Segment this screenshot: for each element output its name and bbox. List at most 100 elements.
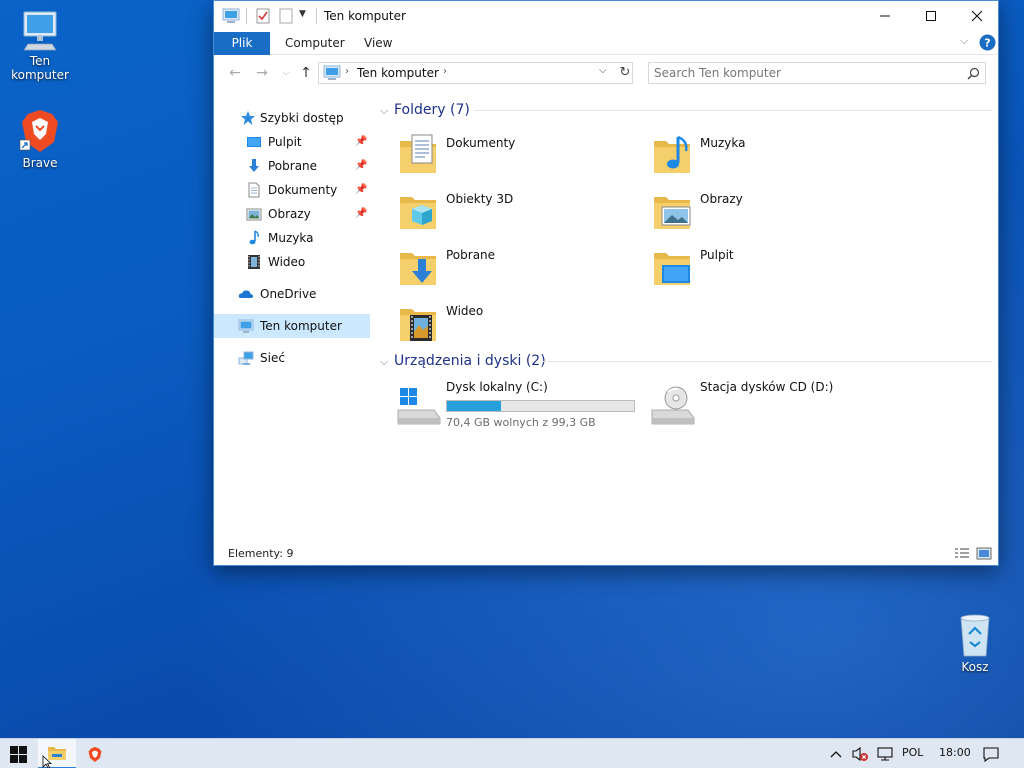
- refresh-button[interactable]: ↻: [616, 62, 634, 84]
- folder-label: Obiekty 3D: [446, 192, 514, 206]
- nav-item-label: Pulpit: [268, 135, 302, 149]
- start-button[interactable]: [0, 739, 36, 768]
- recycle-bin-icon: [960, 614, 990, 657]
- large-icons-view-icon[interactable]: [976, 547, 992, 560]
- group-title: Foldery (7): [394, 102, 470, 118]
- documents-folder-icon: [400, 134, 436, 173]
- folder-label: Pulpit: [700, 248, 734, 262]
- chevron-down-icon: ⌵: [380, 104, 389, 117]
- tab-view[interactable]: View: [350, 32, 406, 55]
- clock[interactable]: 18:00: [939, 746, 971, 759]
- notification-icon: [983, 746, 999, 762]
- maximize-button[interactable]: [908, 1, 954, 31]
- nav-item-label: Pobrane: [268, 159, 318, 173]
- mouse-cursor-icon: [42, 755, 52, 768]
- star-icon: [241, 111, 255, 125]
- music-note-icon: [249, 230, 259, 245]
- details-view-icon[interactable]: [954, 547, 970, 560]
- nav-item-label: Sieć: [260, 351, 285, 365]
- divider: [474, 110, 992, 111]
- new-folder-icon[interactable]: [278, 7, 294, 25]
- address-bar[interactable]: › Ten komputer › ⌵: [318, 62, 633, 84]
- folder-tile-desktop[interactable]: Pulpit: [628, 241, 878, 293]
- computer-icon: [238, 319, 254, 333]
- ribbon-tabs: Plik Computer View ⌵ ?: [214, 32, 998, 55]
- title-bar[interactable]: ▼ Ten komputer: [214, 1, 998, 31]
- desktop-icon-brave[interactable]: Brave: [0, 108, 80, 170]
- desktop-icon-this-pc[interactable]: Ten komputer: [0, 8, 80, 82]
- nav-item-music[interactable]: Muzyka: [214, 226, 370, 250]
- properties-icon[interactable]: [255, 7, 271, 25]
- volume-button[interactable]: [849, 739, 871, 768]
- document-icon: [248, 182, 260, 198]
- tab-file[interactable]: Plik: [214, 32, 270, 55]
- back-button[interactable]: ←: [225, 63, 245, 83]
- input-language[interactable]: POL: [902, 746, 923, 759]
- status-bar: Elementy: 9: [214, 541, 998, 566]
- address-row: ← → ⌵ ↑ › Ten komputer › ⌵ ↻: [214, 59, 998, 87]
- desktop-folder-icon: [247, 137, 261, 147]
- nav-item-desktop[interactable]: Pulpit 📌: [214, 130, 370, 154]
- drive-tile-cd-d[interactable]: Stacja dysków CD (D:): [628, 378, 878, 430]
- address-dropdown-icon[interactable]: ⌵: [599, 65, 607, 76]
- customize-quick-access-icon[interactable]: ▼: [299, 9, 306, 19]
- volume-muted-icon: [852, 746, 868, 762]
- drive-tile-local-c[interactable]: Dysk lokalny (C:) 70,4 GB wolnych z 99,3…: [374, 378, 635, 430]
- window-title: Ten komputer: [324, 9, 406, 23]
- network-status-button[interactable]: [874, 739, 896, 768]
- nav-item-label: Ten komputer: [260, 319, 342, 333]
- nav-item-quick-access[interactable]: Szybki dostęp: [214, 106, 370, 130]
- search-icon[interactable]: [967, 67, 980, 80]
- pin-icon: 📌: [355, 208, 368, 219]
- chevron-up-icon: [830, 751, 842, 758]
- show-hidden-icons-button[interactable]: [826, 739, 846, 768]
- folder-tile-3d-objects[interactable]: Obiekty 3D: [374, 185, 624, 237]
- pictures-folder-icon: [654, 197, 691, 229]
- status-item-count: Elementy: 9: [228, 547, 294, 560]
- network-icon: [877, 747, 893, 761]
- folder-tile-documents[interactable]: Dokumenty: [374, 129, 624, 181]
- taskbar-brave[interactable]: [78, 739, 112, 768]
- nav-item-label: Wideo: [268, 255, 306, 269]
- folder-label: Wideo: [446, 304, 484, 318]
- desktop-icon-recycle-bin[interactable]: Kosz: [935, 612, 1015, 674]
- nav-item-this-pc[interactable]: Ten komputer: [214, 314, 370, 338]
- recent-locations-button[interactable]: ⌵: [276, 63, 296, 83]
- folder-label: Pobrane: [446, 248, 496, 262]
- folder-tile-videos[interactable]: Wideo: [374, 297, 624, 349]
- nav-item-documents[interactable]: Dokumenty 📌: [214, 178, 370, 202]
- music-folder-icon: [654, 135, 690, 173]
- nav-item-videos[interactable]: Wideo: [214, 250, 370, 274]
- nav-item-downloads[interactable]: Pobrane 📌: [214, 154, 370, 178]
- group-title: Urządzenia i dyski (2): [394, 353, 546, 369]
- breadcrumb-separator-icon[interactable]: ›: [345, 66, 349, 77]
- nav-item-onedrive[interactable]: OneDrive: [214, 282, 370, 306]
- forward-button[interactable]: →: [252, 63, 272, 83]
- nav-item-pictures[interactable]: Obrazy 📌: [214, 202, 370, 226]
- breadcrumb-segment[interactable]: Ten komputer: [357, 66, 439, 80]
- search-input[interactable]: [654, 65, 954, 81]
- up-button[interactable]: ↑: [296, 63, 316, 83]
- computer-icon: [323, 65, 341, 80]
- folder-label: Muzyka: [700, 136, 746, 150]
- breadcrumb-separator-icon[interactable]: ›: [443, 66, 447, 77]
- brave-icon: [19, 110, 58, 152]
- pin-icon: 📌: [355, 160, 368, 171]
- notification-center-button[interactable]: [978, 739, 1004, 768]
- folder-tile-music[interactable]: Muzyka: [628, 129, 878, 181]
- nav-item-label: Muzyka: [268, 231, 314, 245]
- search-box[interactable]: [648, 62, 986, 84]
- nav-item-network[interactable]: Sieć: [214, 346, 370, 370]
- expand-ribbon-icon[interactable]: ⌵: [960, 34, 968, 48]
- group-header-drives[interactable]: ⌵ Urządzenia i dyski (2): [380, 350, 546, 372]
- folder-tile-downloads[interactable]: Pobrane: [374, 241, 624, 293]
- group-header-folders[interactable]: ⌵ Foldery (7): [380, 99, 470, 121]
- minimize-icon: [880, 15, 890, 17]
- tab-computer[interactable]: Computer: [271, 32, 359, 55]
- close-button[interactable]: [954, 1, 1000, 31]
- help-icon[interactable]: ?: [979, 34, 996, 51]
- maximize-icon: [926, 11, 936, 21]
- folder-tile-pictures[interactable]: Obrazy: [628, 185, 878, 237]
- minimize-button[interactable]: [862, 1, 908, 31]
- nav-item-label: Obrazy: [268, 207, 311, 221]
